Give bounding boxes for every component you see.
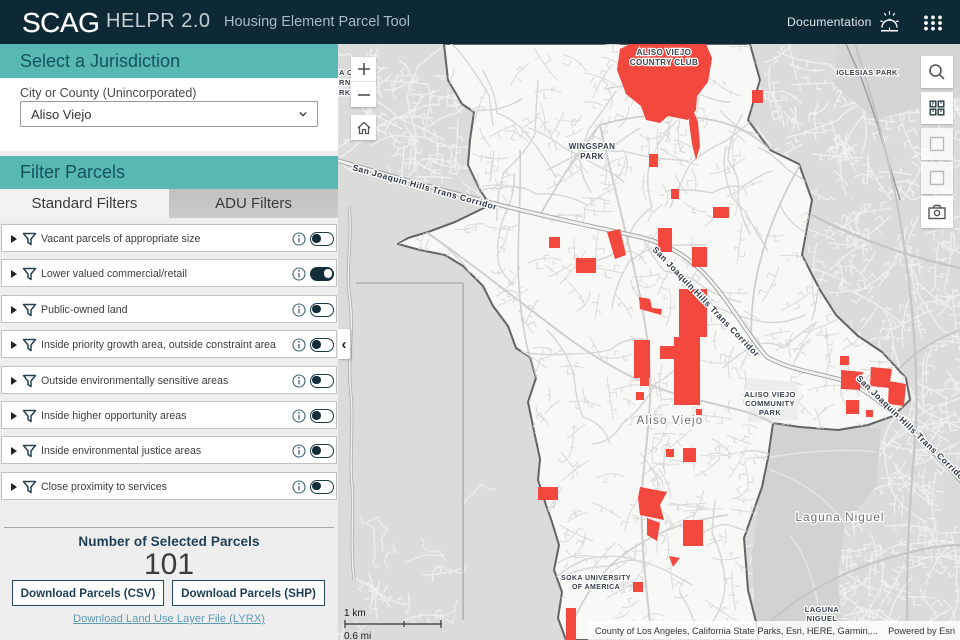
svg-text:COUNTRY CLUB: COUNTRY CLUB — [630, 58, 698, 67]
svg-text:ALISO VIEJO: ALISO VIEJO — [637, 48, 692, 57]
svg-text:SCAG: SCAG — [22, 7, 99, 37]
svg-text:OF AMERICA: OF AMERICA — [572, 584, 620, 591]
svg-text:SOKA UNIVERSITY: SOKA UNIVERSITY — [561, 575, 631, 582]
svg-text:ALISO VIEJO: ALISO VIEJO — [744, 390, 796, 399]
svg-text:IGLESIAS PARK: IGLESIAS PARK — [836, 68, 898, 77]
svg-text:WINGSPAN: WINGSPAN — [569, 142, 616, 151]
svg-text:PARK: PARK — [759, 408, 781, 417]
svg-text:Laguna Niguel: Laguna Niguel — [795, 510, 884, 524]
svg-text:COMMUNITY: COMMUNITY — [745, 399, 795, 408]
svg-text:LAGUNA: LAGUNA — [805, 605, 840, 614]
svg-text:Aliso Viejo: Aliso Viejo — [637, 415, 704, 427]
svg-text:PARK: PARK — [580, 152, 604, 161]
svg-text:RK: RK — [339, 88, 351, 97]
